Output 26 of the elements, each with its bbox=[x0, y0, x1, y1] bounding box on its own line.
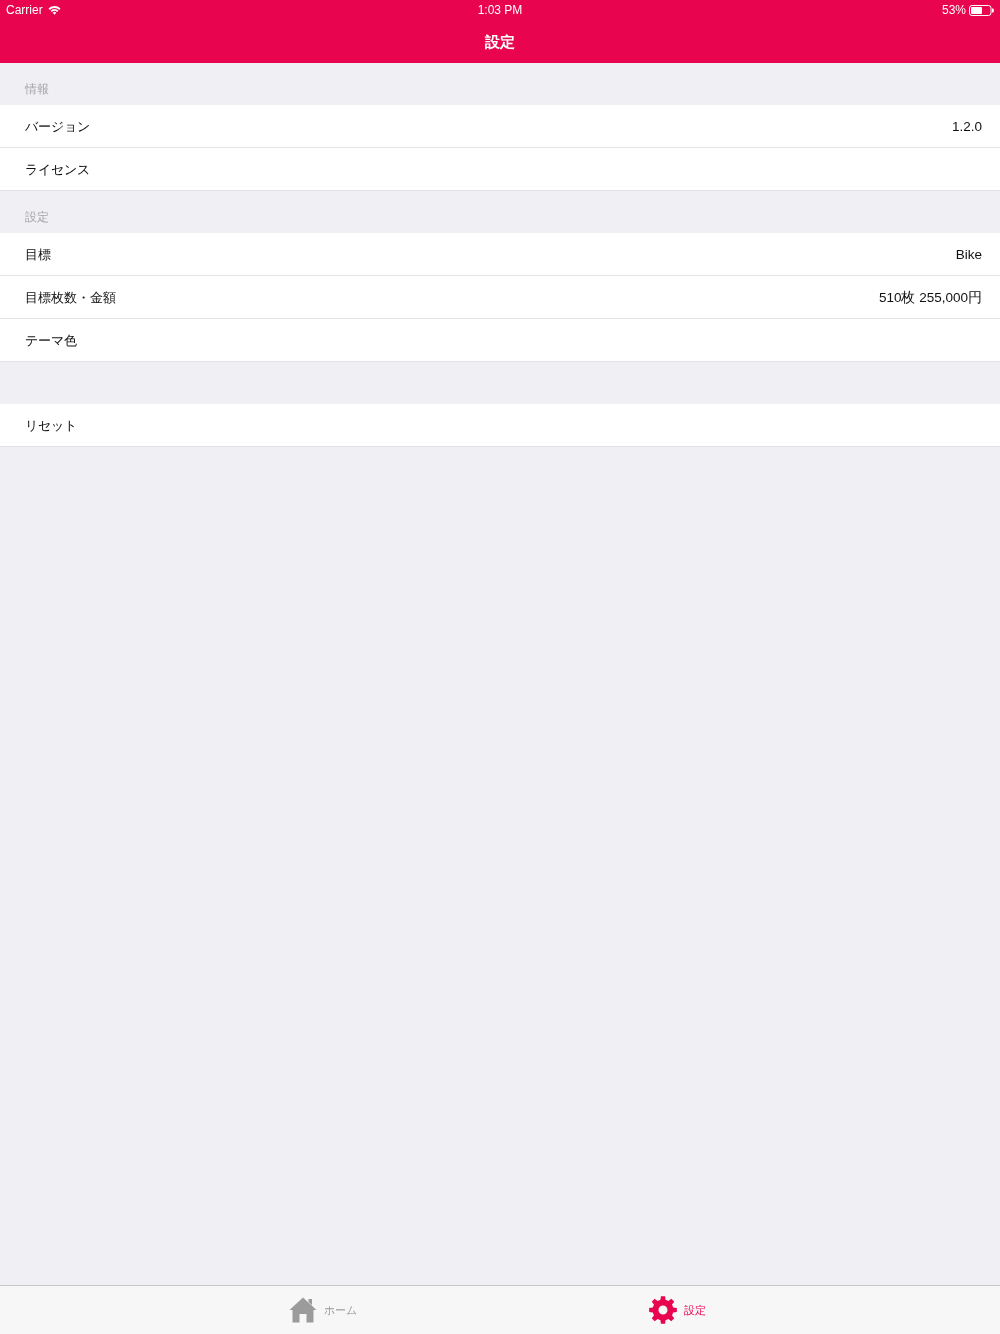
table-row[interactable]: 目標枚数・金額 510枚 255,000円 bbox=[0, 276, 1000, 319]
status-time: 1:03 PM bbox=[477, 3, 523, 17]
table-row[interactable]: テーマ色 bbox=[0, 319, 1000, 362]
section-header: 設定 bbox=[25, 210, 49, 225]
row-label: ライセンス bbox=[25, 160, 90, 178]
row-value: 1.2.0 bbox=[951, 117, 982, 135]
row-value: Bike bbox=[955, 245, 982, 263]
row-label: 目標 bbox=[25, 245, 51, 263]
carrier-name: Carrier bbox=[6, 3, 43, 17]
nav-title: 設定 bbox=[485, 32, 515, 51]
row-value: 510枚 255,000円 bbox=[878, 288, 982, 306]
section-header: 情報 bbox=[25, 82, 49, 97]
table-row[interactable]: 目標 Bike bbox=[0, 233, 1000, 276]
table-row[interactable]: リセット bbox=[0, 404, 1000, 447]
battery-percent: 53% bbox=[941, 3, 966, 17]
table-row[interactable]: ライセンス bbox=[0, 148, 1000, 191]
battery-icon bbox=[969, 4, 994, 16]
gear-icon bbox=[649, 1296, 677, 1324]
row-label: テーマ色 bbox=[25, 331, 77, 349]
house-icon bbox=[288, 1297, 317, 1323]
row-label: 目標枚数・金額 bbox=[25, 288, 116, 306]
tab-button[interactable]: 設定 bbox=[500, 1286, 855, 1334]
row-label: リセット bbox=[25, 416, 77, 434]
row-label: バージョン bbox=[25, 117, 90, 135]
table-row[interactable]: バージョン 1.2.0 bbox=[0, 105, 1000, 148]
wifi-icon bbox=[47, 5, 61, 15]
